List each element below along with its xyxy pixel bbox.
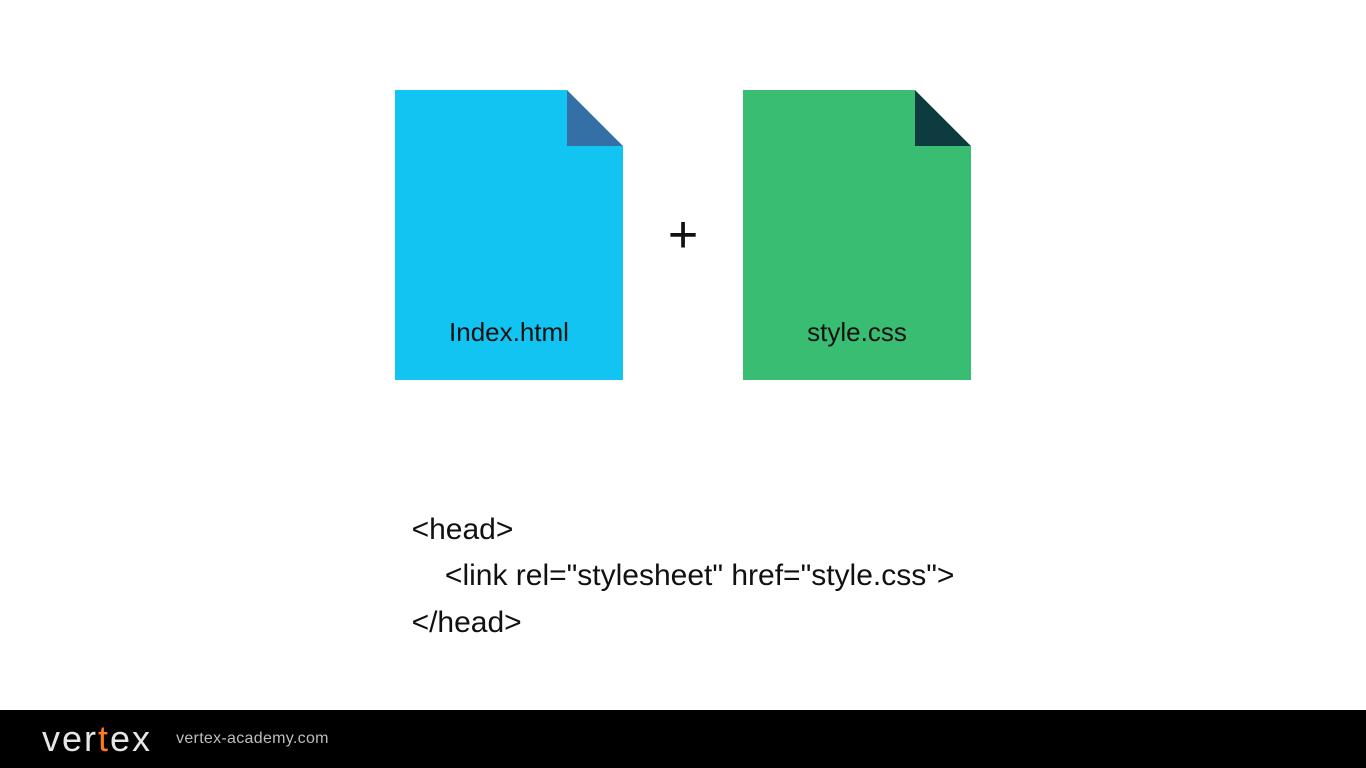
files-row: Index.html + style.css xyxy=(0,90,1366,380)
code-line-3: </head> xyxy=(412,606,522,639)
logo-suffix: ex xyxy=(110,718,152,759)
code-line-2: <link rel="stylesheet" href="style.css"> xyxy=(412,559,955,592)
plus-symbol: + xyxy=(623,205,743,265)
vertex-logo: vertex xyxy=(42,718,152,760)
code-line-1: <head> xyxy=(412,513,514,546)
logo-prefix: ver xyxy=(42,718,98,759)
css-file-label: style.css xyxy=(807,317,907,348)
css-file-icon: style.css xyxy=(743,90,971,380)
footer-bar: vertex vertex-academy.com xyxy=(0,710,1366,768)
logo-accent-t: t xyxy=(98,718,110,759)
diagram-stage: Index.html + style.css <head> <link rel=… xyxy=(0,0,1366,768)
folded-corner-icon xyxy=(915,90,971,146)
code-snippet: <head> <link rel="stylesheet" href="styl… xyxy=(0,460,1366,646)
folded-corner-icon xyxy=(567,90,623,146)
footer-url: vertex-academy.com xyxy=(176,730,329,748)
html-file-label: Index.html xyxy=(449,317,569,348)
html-file-icon: Index.html xyxy=(395,90,623,380)
